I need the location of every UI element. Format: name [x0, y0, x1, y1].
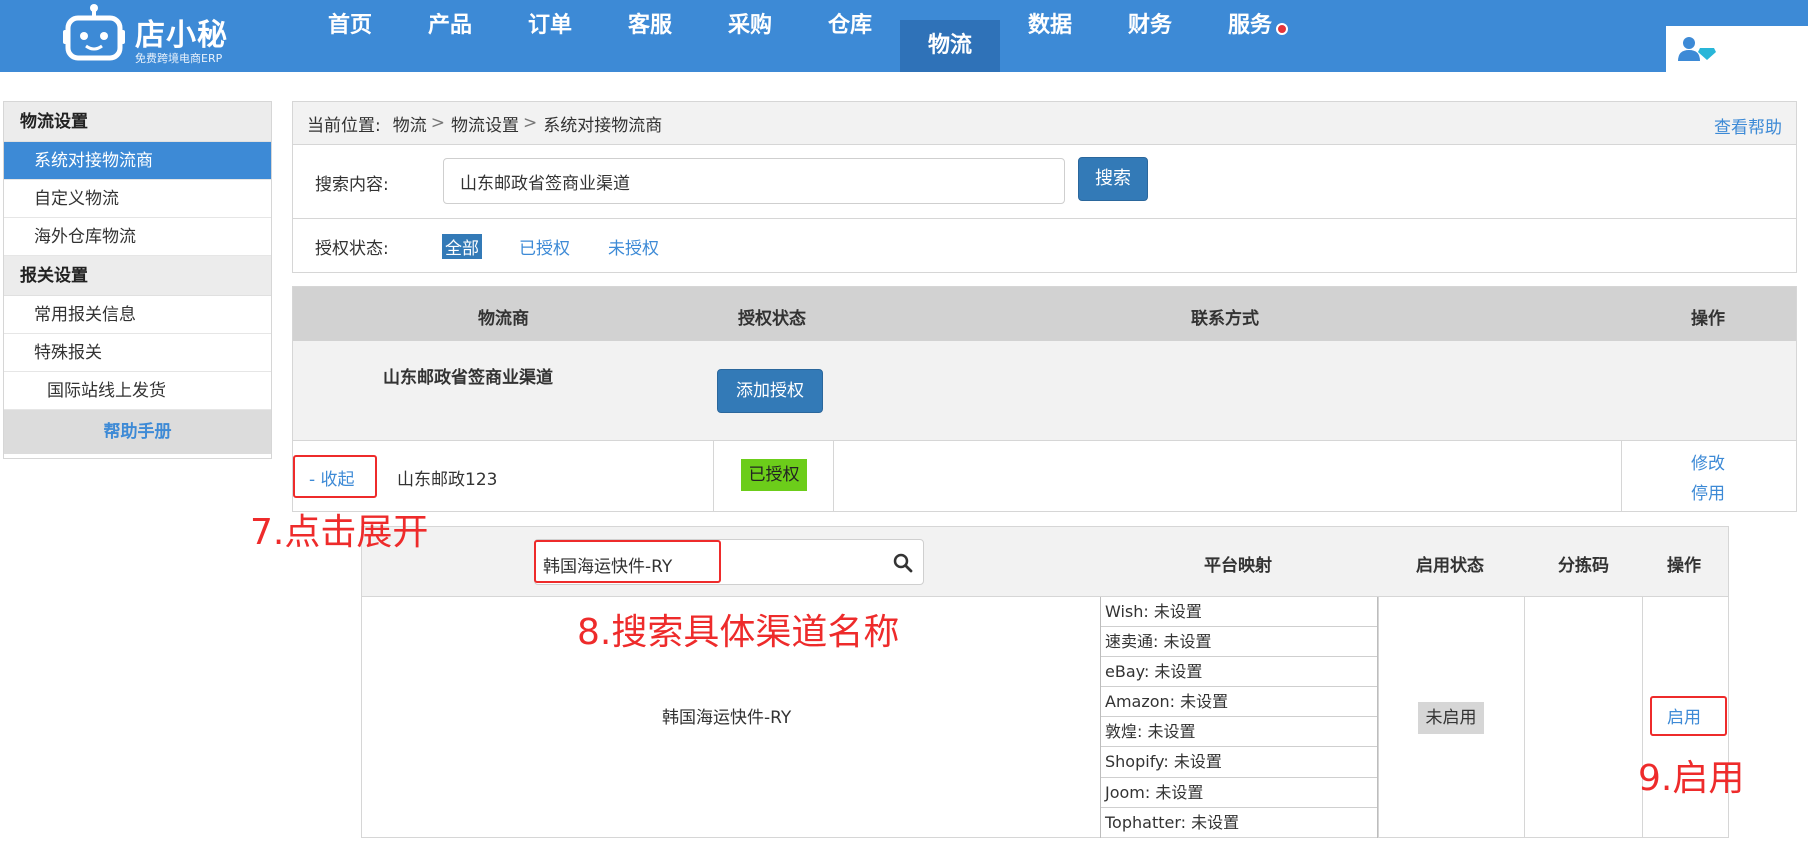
auth-filter-unauthorized[interactable]: 未授权 [608, 234, 659, 259]
disable-link[interactable]: 停用 [1691, 479, 1725, 504]
col-platform-mapping: 平台映射 [1204, 556, 1272, 576]
carrier-table: 物流商 授权状态 联系方式 操作 山东邮政省签商业渠道 - 收起 山东邮政123… [292, 286, 1797, 512]
mapping-item-dhgate[interactable]: 敦煌: 未设置 [1101, 717, 1377, 748]
channel-name: 韩国海运快件-RY [662, 708, 792, 728]
sidebar-item-overseas-warehouse[interactable]: 海外仓库物流 [4, 218, 271, 256]
nav-orders[interactable]: 订单 [500, 0, 600, 72]
column-divider [1378, 597, 1379, 838]
breadcrumb: 当前位置: 物流 > 物流设置 > 系统对接物流商 查看帮助 [292, 101, 1797, 145]
nav-purchase[interactable]: 采购 [700, 0, 800, 72]
status-badge: 已授权 [741, 459, 807, 491]
nav-home[interactable]: 首页 [300, 0, 400, 72]
column-divider [1642, 597, 1643, 838]
mapping-item-aliexpress[interactable]: 速卖通: 未设置 [1101, 627, 1377, 658]
mapping-item-shopify[interactable]: Shopify: 未设置 [1101, 747, 1377, 778]
user-icon [1678, 37, 1716, 61]
column-divider [713, 441, 714, 511]
search-icon[interactable] [893, 553, 913, 573]
column-divider [833, 441, 834, 511]
mapping-item-ebay[interactable]: eBay: 未设置 [1101, 657, 1377, 688]
sidebar: 物流设置 系统对接物流商 自定义物流 海外仓库物流 报关设置 常用报关信息 特殊… [3, 101, 272, 459]
carrier-account-name: 山东邮政123 [397, 470, 498, 490]
col-carrier: 物流商 [478, 309, 529, 329]
main-nav: 首页 产品 订单 客服 采购 仓库 物流 数据 财务 服务 [300, 0, 1300, 72]
col-auth-status: 授权状态 [738, 309, 806, 329]
search-button[interactable]: 搜索 [1078, 157, 1148, 201]
col-actions: 操作 [1691, 309, 1725, 329]
breadcrumb-chevron-icon: > [522, 113, 538, 133]
top-navbar: 店小秘 免费跨境电商ERP 首页 产品 订单 客服 采购 仓库 物流 数据 财务… [0, 0, 1808, 72]
column-divider [1621, 441, 1622, 511]
nav-services[interactable]: 服务 [1200, 0, 1300, 72]
search-row: 搜索内容: 搜索 [292, 145, 1797, 219]
logo[interactable]: 店小秘 免费跨境电商ERP [62, 2, 262, 68]
sidebar-section-customs: 报关设置 [4, 256, 271, 296]
breadcrumb-item-logistics-settings[interactable]: 物流设置 [451, 111, 519, 136]
sidebar-item-customs-info[interactable]: 常用报关信息 [4, 296, 271, 334]
table-row: - 收起 山东邮政123 已授权 修改 停用 [293, 441, 1796, 511]
robot-logo-icon [63, 4, 125, 61]
breadcrumb-item-logistics[interactable]: 物流 [393, 111, 427, 136]
search-input[interactable] [443, 158, 1065, 204]
auth-filter-all[interactable]: 全部 [442, 234, 482, 259]
carrier-group-row: 山东邮政省签商业渠道 [293, 341, 1796, 441]
sidebar-item-special-customs[interactable]: 特殊报关 [4, 334, 271, 372]
sidebar-section-logistics: 物流设置 [4, 102, 271, 142]
auth-filter-row: 授权状态: 全部 已授权 未授权 [292, 219, 1797, 273]
channel-row: 韩国海运快件-RY Wish: 未设置 速卖通: 未设置 eBay: 未设置 A… [362, 597, 1728, 838]
mapping-item-joom[interactable]: Joom: 未设置 [1101, 778, 1377, 808]
mapping-item-amazon[interactable]: Amazon: 未设置 [1101, 687, 1377, 718]
annotation-step9: 9.启用 [1638, 758, 1745, 799]
col-channel-actions: 操作 [1667, 556, 1701, 576]
highlight-enable-link [1650, 696, 1727, 736]
brand-tagline: 免费跨境电商ERP [135, 52, 223, 65]
col-sort-code: 分拣码 [1558, 556, 1609, 576]
nav-service[interactable]: 客服 [600, 0, 700, 72]
brand-name: 店小秘 [135, 18, 228, 53]
mapping-item-tophatter[interactable]: Tophatter: 未设置 [1101, 808, 1377, 838]
mapping-item-wish[interactable]: Wish: 未设置 [1101, 597, 1377, 628]
edit-link[interactable]: 修改 [1691, 449, 1725, 474]
nav-products[interactable]: 产品 [400, 0, 500, 72]
annotation-step8: 8.搜索具体渠道名称 [577, 612, 900, 653]
view-help-link[interactable]: 查看帮助 [1714, 113, 1782, 138]
nav-logistics[interactable]: 物流 [900, 20, 1000, 72]
highlight-collapse-toggle [293, 455, 377, 498]
annotation-step7: 7.点击展开 [250, 512, 429, 553]
sidebar-item-custom-logistics[interactable]: 自定义物流 [4, 180, 271, 218]
sidebar-item-system-carriers[interactable]: 系统对接物流商 [4, 142, 271, 180]
col-contact: 联系方式 [1191, 309, 1259, 329]
platform-mapping-list: Wish: 未设置 速卖通: 未设置 eBay: 未设置 Amazon: 未设置… [1100, 597, 1378, 838]
user-menu[interactable] [1666, 26, 1808, 72]
carrier-table-header: 物流商 授权状态 联系方式 操作 [293, 287, 1796, 341]
notification-dot [1276, 23, 1288, 35]
breadcrumb-chevron-icon: > [430, 113, 445, 133]
main-panel: 当前位置: 物流 > 物流设置 > 系统对接物流商 查看帮助 搜索内容: 搜索 … [292, 101, 1797, 273]
breadcrumb-prefix: 当前位置: [307, 115, 381, 136]
auth-filter-label: 授权状态: [315, 239, 389, 259]
add-authorization-button[interactable]: 添加授权 [717, 369, 823, 413]
sidebar-item-intl-online-shipping[interactable]: 国际站线上发货 [4, 372, 271, 410]
col-enable-status: 启用状态 [1416, 556, 1484, 576]
breadcrumb-item-current: 系统对接物流商 [543, 115, 663, 136]
column-divider [1524, 597, 1525, 838]
channel-status-badge: 未启用 [1418, 702, 1484, 734]
nav-data[interactable]: 数据 [1000, 0, 1100, 72]
highlight-channel-search [534, 540, 721, 583]
help-manual-link[interactable]: 帮助手册 [4, 410, 271, 454]
auth-filter-authorized[interactable]: 已授权 [519, 234, 570, 259]
carrier-group-name: 山东邮政省签商业渠道 [383, 368, 553, 388]
nav-warehouse[interactable]: 仓库 [800, 0, 900, 72]
nav-finance[interactable]: 财务 [1100, 0, 1200, 72]
search-label: 搜索内容: [315, 175, 389, 195]
